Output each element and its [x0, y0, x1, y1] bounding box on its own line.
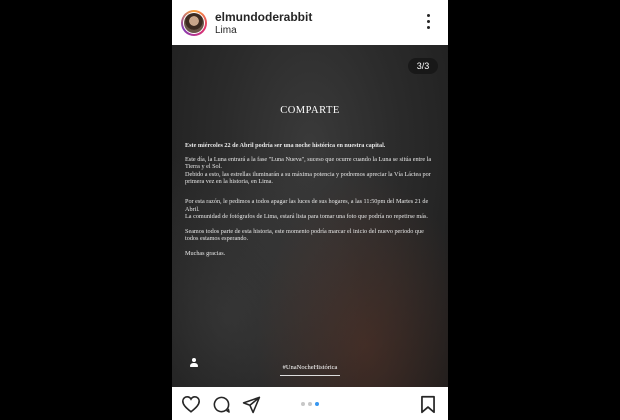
image-hashtag: #UnaNocheHistórica — [282, 364, 338, 371]
username[interactable]: elmundoderabbit — [215, 10, 312, 24]
comment-icon[interactable] — [212, 395, 231, 414]
action-bar — [172, 387, 448, 420]
image-text-paragraph: Este día, la Luna entrará a la fase "Lun… — [185, 155, 432, 171]
bookmark-icon[interactable] — [420, 395, 436, 414]
carousel-dot — [301, 402, 305, 406]
image-text-paragraph: Muchas gracias. — [185, 249, 226, 257]
heart-icon[interactable] — [181, 395, 201, 413]
post-header: elmundoderabbit Lima — [172, 0, 448, 45]
image-text-paragraph: La comunidad de fotógrafos de Lima, esta… — [185, 213, 428, 221]
carousel-indicator — [301, 402, 321, 407]
carousel-counter: 3/3 — [408, 58, 438, 74]
more-options-icon[interactable] — [424, 14, 434, 32]
hashtag-underline — [280, 375, 340, 376]
instagram-post: elmundoderabbit Lima 3/3 COMPARTE Este m… — [172, 0, 448, 420]
share-icon[interactable] — [242, 395, 261, 414]
image-title: COMPARTE — [280, 105, 340, 116]
left-letterbox — [0, 0, 172, 420]
image-body-text: Este miércoles 22 de Abril podría ser un… — [185, 142, 437, 258]
carousel-dot — [308, 402, 312, 406]
right-letterbox — [448, 0, 620, 420]
location[interactable]: Lima — [215, 25, 237, 36]
image-text-paragraph: Seamos todos parte de esta historia, est… — [185, 227, 424, 243]
image-text-paragraph: Por esta razón, le pedimos a todos apaga… — [185, 197, 429, 213]
avatar[interactable] — [181, 10, 207, 36]
post-image[interactable]: 3/3 COMPARTE Este miércoles 22 de Abril … — [172, 45, 448, 387]
image-text-paragraph: Debido a esto, las estrellas iluminarán … — [185, 170, 431, 186]
image-text-lead: Este miércoles 22 de Abril podría ser un… — [185, 142, 386, 149]
carousel-dot-active — [315, 402, 319, 406]
